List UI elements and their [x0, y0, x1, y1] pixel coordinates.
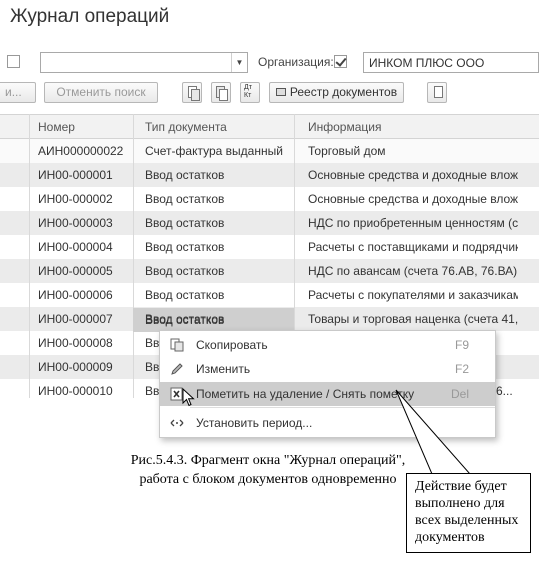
callout-box: Действие будет выполнено для всех выделе… — [406, 473, 531, 553]
cell-type: Ввод остатков — [145, 312, 225, 326]
